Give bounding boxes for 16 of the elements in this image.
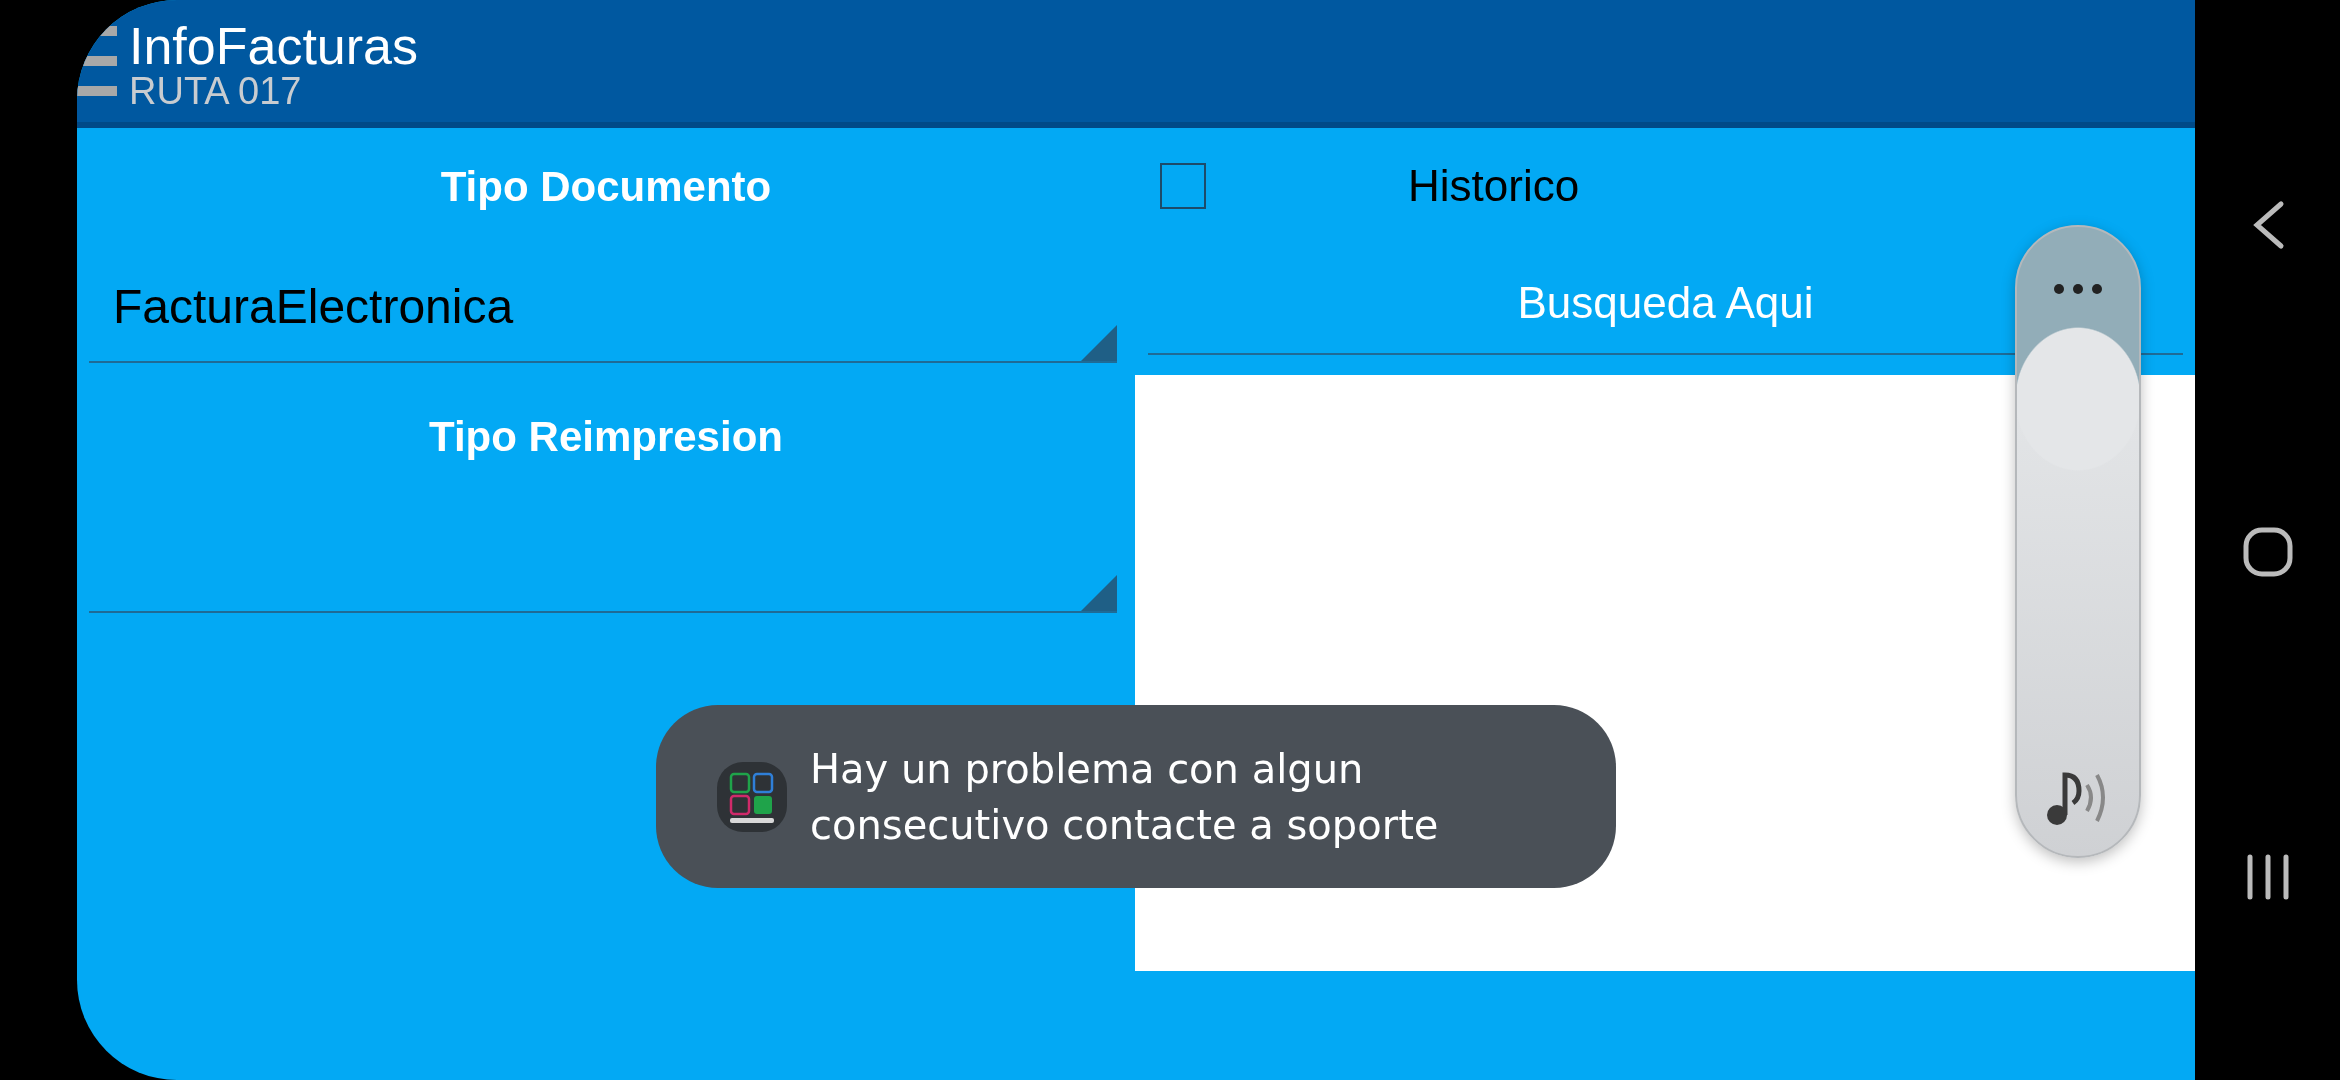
- dropdown-corner-icon: [1081, 325, 1117, 361]
- more-icon[interactable]: [2053, 282, 2103, 296]
- toast-message: Hay un problema con algun consecutivo contacte a soporte: [810, 744, 1440, 850]
- field-label: Tipo Reimpresion: [429, 413, 783, 461]
- historico-checkbox[interactable]: [1160, 162, 1206, 209]
- document-type-dropdown[interactable]: FacturaElectronica: [89, 251, 1117, 363]
- app-title: InfoFacturas: [129, 20, 419, 72]
- app-subtitle: RUTA 017: [129, 72, 303, 110]
- checkbox-label: Historico: [1408, 160, 1580, 211]
- home-icon[interactable]: [2242, 527, 2293, 577]
- search-field[interactable]: Busqueda Aqui: [1148, 253, 2183, 355]
- menu-icon[interactable]: [77, 26, 117, 96]
- field-label: Tipo Documento: [440, 163, 772, 211]
- dropdown-corner-icon: [1081, 575, 1117, 611]
- recents-icon[interactable]: [2245, 854, 2290, 900]
- app-icon: [716, 760, 788, 833]
